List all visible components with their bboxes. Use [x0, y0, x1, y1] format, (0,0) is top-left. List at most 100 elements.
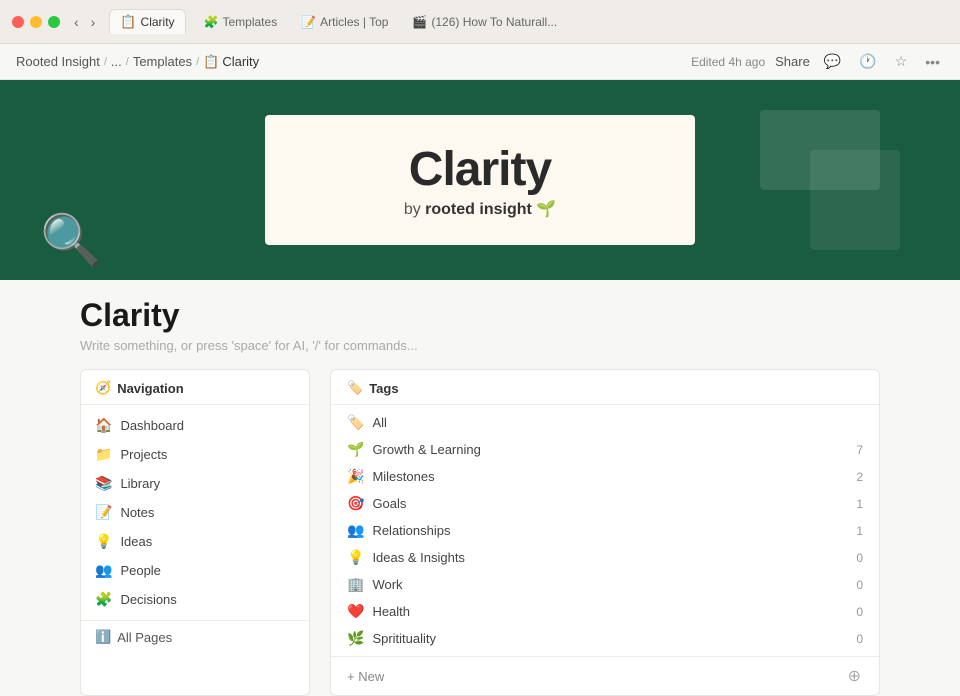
nav-item-dashboard[interactable]: 🏠 Dashboard: [81, 411, 309, 440]
templates-tab-icon: 🧩: [204, 15, 219, 29]
cover-title: Clarity: [409, 142, 551, 197]
articles-tab-icon: 📝: [301, 15, 316, 29]
more-options-icon[interactable]: •••: [921, 52, 944, 72]
cover-subtitle: by rooted insight 🌱: [404, 199, 556, 219]
breadcrumb-sep-2: /: [126, 56, 129, 68]
cover-image: Clarity by rooted insight 🌱 🔍: [0, 80, 960, 280]
page-content: Clarity Write something, or press 'space…: [0, 280, 960, 696]
other-tabs: 🧩 Templates 📝 Articles | Top 🎬 (126) How…: [194, 11, 568, 33]
all-pages-icon: ℹ️: [95, 629, 111, 645]
breadcrumb-templates[interactable]: Templates: [133, 54, 192, 69]
nav-decisions-label: Decisions: [120, 592, 295, 607]
spirituality-tag-count: 0: [847, 632, 863, 646]
growth-tag-label: Growth & Learning: [372, 442, 847, 457]
ideas-insights-tag-label: Ideas & Insights: [372, 550, 847, 565]
tag-row-milestones[interactable]: 🎉 Milestones 2: [331, 463, 879, 490]
maximize-button[interactable]: [48, 16, 60, 28]
nav-ideas-label: Ideas: [120, 534, 295, 549]
relationships-tag-count: 1: [847, 524, 863, 538]
new-tag-label: + New: [347, 669, 384, 684]
cover-brand: rooted insight: [425, 201, 532, 218]
goals-tag-count: 1: [847, 497, 863, 511]
nav-item-library[interactable]: 📚 Library: [81, 469, 309, 498]
nav-item-ideas[interactable]: 💡 Ideas: [81, 527, 309, 556]
nav-dashboard-label: Dashboard: [120, 418, 295, 433]
breadcrumb: Rooted Insight / ... / Templates / 📋 Cla…: [16, 54, 259, 70]
navigation-items: 🏠 Dashboard 📁 Projects ⚙ 📚 Library 📝 Not…: [81, 405, 309, 620]
nav-library-label: Library: [120, 476, 295, 491]
health-tag-count: 0: [847, 605, 863, 619]
dashboard-icon: 🏠: [95, 417, 112, 434]
tag-row-spirituality[interactable]: 🌿 Spritituality 0: [331, 625, 879, 652]
magnifier-icon: 🔍: [40, 211, 102, 270]
nav-item-decisions[interactable]: 🧩 Decisions: [81, 585, 309, 614]
close-button[interactable]: [12, 16, 24, 28]
tab-icon: 📋: [120, 14, 136, 30]
tab-video[interactable]: 🎬 (126) How To Naturall...: [402, 11, 567, 33]
growth-tag-count: 7: [847, 443, 863, 457]
tag-row-ideas-insights[interactable]: 💡 Ideas & Insights 0: [331, 544, 879, 571]
tags-header-icon: 🏷️: [347, 380, 363, 396]
goals-tag-icon: 🎯: [347, 495, 364, 512]
nav-item-projects[interactable]: 📁 Projects ⚙: [81, 440, 309, 469]
articles-tab-label: Articles | Top: [320, 15, 388, 29]
cover-leaf-icon: 🌱: [536, 201, 556, 218]
top-bar-right: Edited 4h ago Share 💬 🕐 ☆ •••: [691, 51, 944, 72]
templates-tab-label: Templates: [223, 15, 278, 29]
tags-list: 🏷️ All 🌱 Growth & Learning 7 🎉 Milestone…: [331, 405, 879, 656]
share-button[interactable]: Share: [775, 54, 810, 69]
star-icon[interactable]: ☆: [891, 51, 912, 72]
page-title: Clarity: [80, 296, 880, 334]
active-tab[interactable]: 📋 Clarity: [109, 9, 185, 34]
add-corner-button[interactable]: ⊕: [846, 664, 863, 688]
nav-people-label: People: [120, 563, 295, 578]
deco-rect-2: [810, 150, 900, 250]
video-tab-label: (126) How To Naturall...: [431, 15, 557, 29]
milestones-tag-label: Milestones: [372, 469, 847, 484]
tab-articles[interactable]: 📝 Articles | Top: [291, 11, 398, 33]
page-placeholder[interactable]: Write something, or press 'space' for AI…: [80, 338, 880, 353]
breadcrumb-sep-1: /: [104, 56, 107, 68]
ideas-insights-tag-icon: 💡: [347, 549, 364, 566]
tag-row-work[interactable]: 🏢 Work 0: [331, 571, 879, 598]
breadcrumb-rooted-insight[interactable]: Rooted Insight: [16, 54, 100, 69]
notes-icon: 📝: [95, 504, 112, 521]
forward-button[interactable]: ›: [89, 14, 98, 30]
nav-projects-label: Projects: [120, 447, 276, 462]
projects-icon: 📁: [95, 446, 112, 463]
tab-templates[interactable]: 🧩 Templates: [194, 11, 288, 33]
decisions-icon: 🧩: [95, 591, 112, 608]
chat-icon[interactable]: 💬: [820, 51, 845, 72]
tag-row-all[interactable]: 🏷️ All: [331, 409, 879, 436]
breadcrumb-sep-3: /: [196, 56, 199, 68]
tag-row-health[interactable]: ❤️ Health 0: [331, 598, 879, 625]
breadcrumb-ellipsis[interactable]: ...: [111, 54, 122, 69]
back-button[interactable]: ‹: [72, 14, 81, 30]
ideas-icon: 💡: [95, 533, 112, 550]
tag-row-growth[interactable]: 🌱 Growth & Learning 7: [331, 436, 879, 463]
tags-footer[interactable]: + New ⊕: [331, 656, 879, 695]
clock-icon[interactable]: 🕐: [855, 51, 880, 72]
nav-item-notes[interactable]: 📝 Notes: [81, 498, 309, 527]
top-bar: Rooted Insight / ... / Templates / 📋 Cla…: [0, 44, 960, 80]
health-tag-icon: ❤️: [347, 603, 364, 620]
page-title-area: Clarity Write something, or press 'space…: [80, 280, 880, 357]
nav-item-people[interactable]: 👥 People: [81, 556, 309, 585]
tag-row-goals[interactable]: 🎯 Goals 1: [331, 490, 879, 517]
breadcrumb-current-label: Clarity: [222, 54, 259, 69]
growth-tag-icon: 🌱: [347, 441, 364, 458]
video-tab-icon: 🎬: [412, 15, 427, 29]
two-column-layout: 🧭 Navigation 🏠 Dashboard 📁 Projects ⚙ 📚 …: [80, 369, 880, 696]
navigation-header-label: Navigation: [117, 381, 183, 396]
navigation-block: 🧭 Navigation 🏠 Dashboard 📁 Projects ⚙ 📚 …: [80, 369, 310, 696]
active-tab-label: Clarity: [141, 15, 175, 29]
tags-header: 🏷️ Tags: [331, 370, 879, 405]
ideas-insights-tag-count: 0: [847, 551, 863, 565]
tag-row-relationships[interactable]: 👥 Relationships 1: [331, 517, 879, 544]
minimize-button[interactable]: [30, 16, 42, 28]
relationships-tag-icon: 👥: [347, 522, 364, 539]
nav-footer-all-pages[interactable]: ℹ️ All Pages: [81, 620, 309, 653]
title-bar: ‹ › 📋 Clarity 🧩 Templates 📝 Articles | T…: [0, 0, 960, 44]
work-tag-icon: 🏢: [347, 576, 364, 593]
all-tag-icon: 🏷️: [347, 414, 364, 431]
